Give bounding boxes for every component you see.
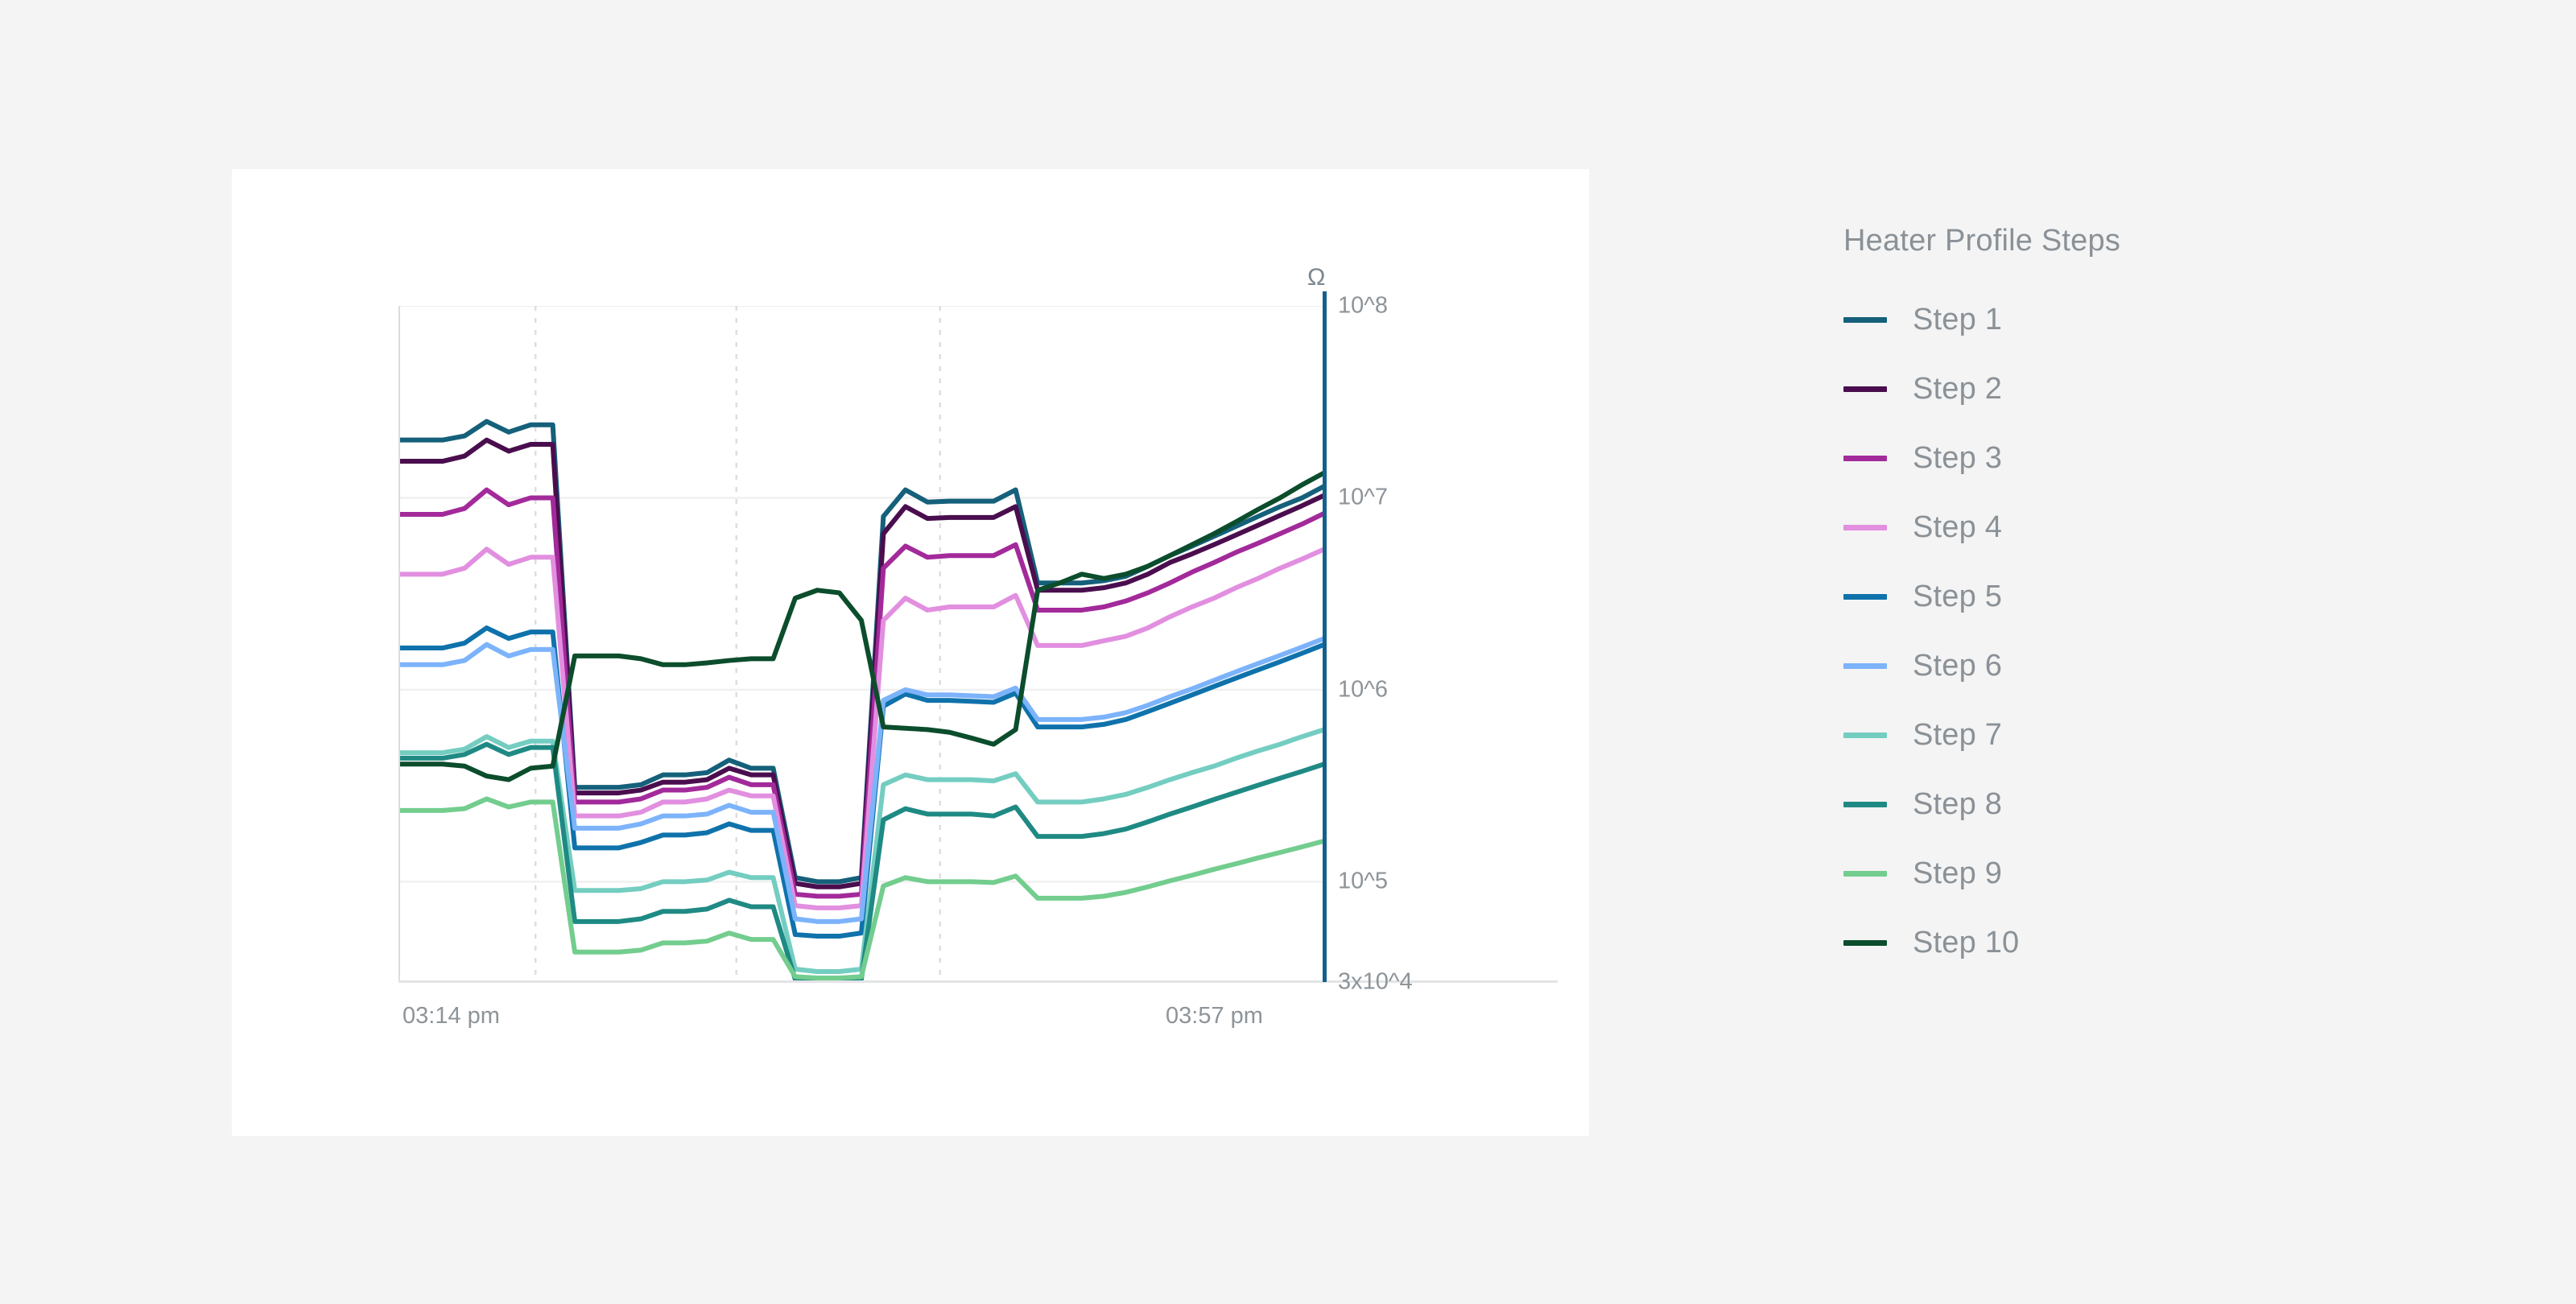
legend-item-label: Step 4: [1913, 510, 2003, 544]
legend-swatch-icon: [1843, 870, 1887, 877]
legend-swatch-icon: [1843, 455, 1887, 461]
legend-swatch-icon: [1843, 801, 1887, 807]
chart-legend: Heater Profile Steps Step 1 Step 2 Step 3S…: [1843, 225, 2359, 977]
series-line-2: [398, 440, 1324, 887]
series-line-10: [398, 472, 1324, 779]
legend-swatch-icon: [1843, 593, 1887, 600]
legend-item-label: Step 7: [1913, 718, 2003, 752]
series-lines: [398, 422, 1324, 981]
chart-card: Ω 10^8 10^7 10^6 10^5 3x10^4 03:14 pm 03:57 …: [232, 169, 1589, 1136]
plot-area[interactable]: [398, 306, 1324, 982]
legend-swatch-icon: [1843, 732, 1887, 738]
legend-item-label: Step 5: [1913, 580, 2003, 613]
line-chart-svg: [398, 306, 1324, 982]
y-axis-line: [398, 306, 400, 982]
legend-item-label: Step 3: [1913, 441, 2003, 475]
x-axis-tick-start: 03:14 pm: [402, 1003, 500, 1029]
y-axis-tick-label: 10^8: [1338, 292, 1388, 319]
legend-item-3[interactable]: Step 3: [1843, 423, 2359, 493]
legend-item-7[interactable]: Step 7: [1843, 700, 2359, 770]
legend-item-8[interactable]: Step 8: [1843, 770, 2359, 839]
legend-swatch-icon: [1843, 662, 1887, 669]
legend-item-label: Step 2: [1913, 372, 2003, 406]
legend-item-label: Step 1: [1913, 303, 2003, 336]
legend-title: Heater Profile Steps: [1843, 224, 2121, 258]
legend-item-9[interactable]: Step 9: [1843, 839, 2359, 908]
value-axis-line: [1323, 291, 1327, 982]
legend-swatch-icon: [1843, 939, 1887, 946]
legend-item-10[interactable]: Step 10: [1843, 908, 2359, 977]
legend-swatch-icon: [1843, 386, 1887, 392]
y-axis-tick-label: 10^6: [1338, 676, 1388, 703]
y-axis-tick-label: 10^5: [1338, 868, 1388, 894]
legend-item-6[interactable]: Step 6: [1843, 631, 2359, 700]
legend-items: Step 1 Step 2 Step 3 Step 4 Step 5 Step 6 Step…: [1843, 285, 2359, 977]
x-axis-tick-end: 03:57 pm: [1166, 1003, 1263, 1029]
legend-item-label: Step 10: [1913, 926, 2020, 959]
legend-item-1[interactable]: Step 1: [1843, 285, 2359, 354]
legend-item-2[interactable]: Step 2: [1843, 354, 2359, 423]
legend-item-5[interactable]: Step 5: [1843, 562, 2359, 631]
legend-swatch-icon: [1843, 524, 1887, 530]
unit-label: Ω: [1307, 264, 1326, 291]
y-axis-tick-label: 10^7: [1338, 484, 1388, 510]
y-axis-tick-label: 3x10^4: [1338, 968, 1413, 995]
legend-item-label: Step 8: [1913, 787, 2003, 821]
legend-item-label: Step 6: [1913, 649, 2003, 683]
legend-item-4[interactable]: Step 4: [1843, 493, 2359, 562]
legend-item-label: Step 9: [1913, 856, 2003, 890]
legend-swatch-icon: [1843, 316, 1887, 323]
